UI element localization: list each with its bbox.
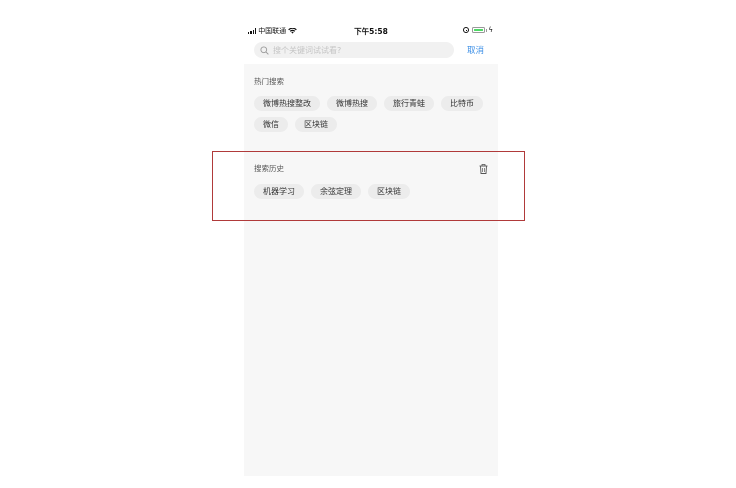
phone-screen: 中国联通 下午5:58 ϟ 取消 热门搜索 微博热搜整改 微博热搜 旅行青蛙 (244, 22, 498, 476)
status-time: 下午5:58 (354, 27, 388, 36)
history-title: 搜索历史 (254, 164, 284, 173)
hot-tag[interactable]: 比特币 (441, 96, 483, 111)
history-tags: 机器学习 余弦定理 区块链 (254, 184, 484, 199)
hot-search-title: 热门搜索 (254, 77, 284, 86)
history-tag[interactable]: 机器学习 (254, 184, 304, 199)
history-tag[interactable]: 区块链 (368, 184, 410, 199)
rotation-lock-icon (463, 27, 470, 33)
hot-tag[interactable]: 旅行青蛙 (384, 96, 434, 111)
status-bar: 中国联通 下午5:58 ϟ (244, 22, 498, 40)
hot-search-tags: 微博热搜整改 微博热搜 旅行青蛙 比特币 微信 区块链 (254, 96, 484, 132)
search-box[interactable] (254, 42, 454, 58)
search-icon (260, 45, 269, 55)
battery-icon (472, 27, 487, 33)
search-input[interactable] (273, 45, 443, 55)
hot-tag[interactable]: 微博热搜 (327, 96, 377, 111)
cancel-button[interactable]: 取消 (467, 44, 484, 56)
hot-tag[interactable]: 区块链 (295, 117, 337, 132)
charging-icon: ϟ (488, 26, 493, 34)
search-bar: 取消 (244, 40, 498, 64)
hot-tag[interactable]: 微信 (254, 117, 288, 132)
history-tag[interactable]: 余弦定理 (311, 184, 361, 199)
hot-tag[interactable]: 微博热搜整改 (254, 96, 320, 111)
status-bar-right: ϟ (463, 26, 493, 34)
trash-icon[interactable] (479, 164, 488, 174)
